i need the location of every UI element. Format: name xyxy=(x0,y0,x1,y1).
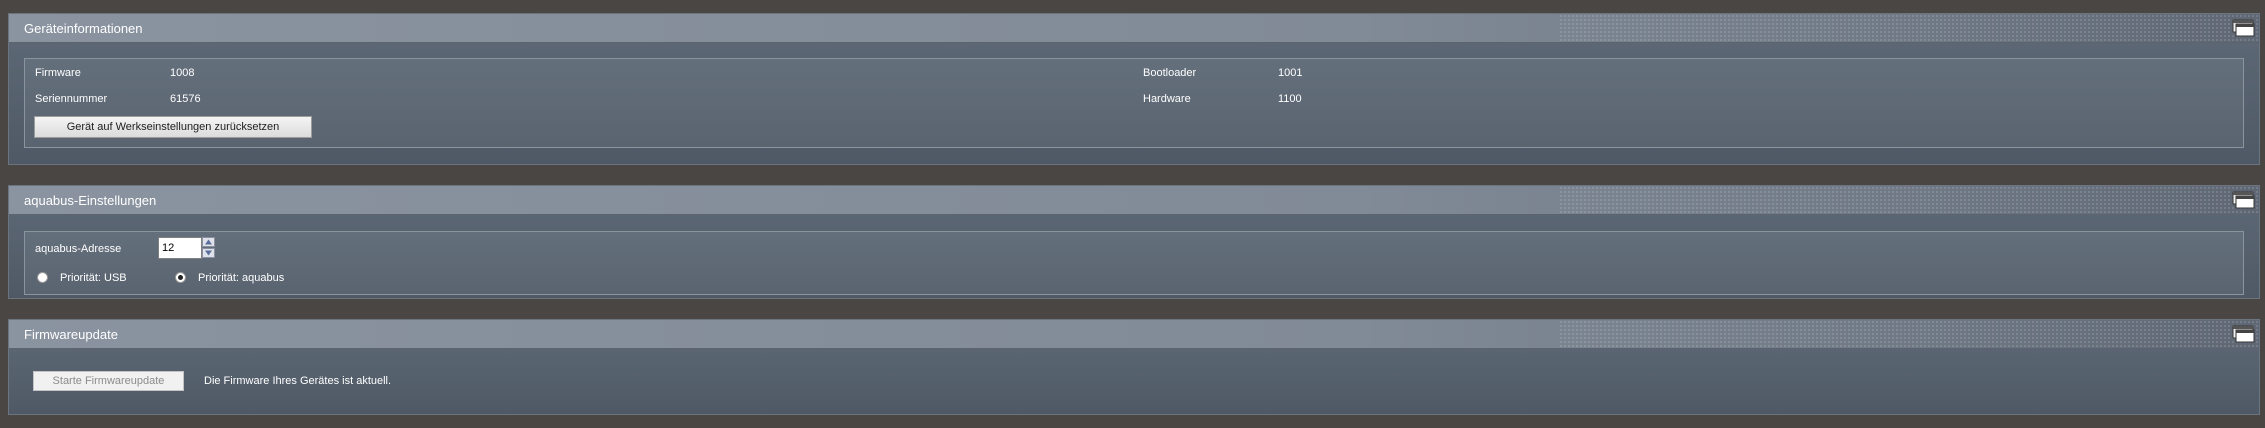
spinner-down-button[interactable] xyxy=(202,248,215,258)
device-info-title: Geräteinformationen xyxy=(24,21,143,36)
device-info-box: Firmware 1008 Bootloader 1001 Seriennumm… xyxy=(24,58,2244,148)
aquabus-address-input[interactable] xyxy=(158,237,202,259)
firmware-label: Firmware xyxy=(35,67,81,79)
factory-reset-button[interactable]: Gerät auf Werkseinstellungen zurücksetze… xyxy=(34,116,312,138)
hardware-value: 1100 xyxy=(1278,93,1302,105)
firmware-status-text: Die Firmware Ihres Gerätes ist aktuell. xyxy=(204,375,392,387)
arrow-down-icon xyxy=(205,250,212,256)
window-stack-icon[interactable] xyxy=(2231,191,2255,209)
window-stack-icon[interactable] xyxy=(2231,19,2255,37)
address-spinner[interactable] xyxy=(202,237,215,259)
window-stack-icon[interactable] xyxy=(2231,325,2255,343)
firmware-update-title: Firmwareupdate xyxy=(24,327,118,342)
arrow-up-icon xyxy=(205,239,212,245)
hardware-label: Hardware xyxy=(1143,93,1191,105)
device-info-panel: Geräteinformationen Firmware 1008 Bootlo… xyxy=(8,13,2260,165)
priority-aquabus-radio[interactable] xyxy=(175,272,186,283)
aquabus-panel: aquabus-Einstellungen aquabus-Adresse Pr… xyxy=(8,185,2260,299)
aquabus-address-label: aquabus-Adresse xyxy=(35,243,122,255)
priority-usb-label[interactable]: Priorität: USB xyxy=(60,272,127,284)
aquabus-box: aquabus-Adresse Priorität: USB Priorität… xyxy=(24,231,2244,295)
serial-value: 61576 xyxy=(170,93,201,105)
aquabus-title: aquabus-Einstellungen xyxy=(24,193,157,208)
bootloader-value: 1001 xyxy=(1278,67,1303,79)
start-firmware-update-button[interactable]: Starte Firmwareupdate xyxy=(33,371,184,391)
aquabus-header: aquabus-Einstellungen xyxy=(9,186,2259,215)
device-info-header: Geräteinformationen xyxy=(9,14,2259,43)
firmware-value: 1008 xyxy=(170,67,195,79)
firmware-update-header: Firmwareupdate xyxy=(9,320,2259,349)
firmware-update-panel: Firmwareupdate Starte Firmwareupdate Die… xyxy=(8,319,2260,415)
bootloader-label: Bootloader xyxy=(1143,67,1197,79)
spinner-up-button[interactable] xyxy=(202,237,215,247)
priority-aquabus-label[interactable]: Priorität: aquabus xyxy=(198,272,284,284)
serial-label: Seriennummer xyxy=(35,93,108,105)
priority-usb-radio[interactable] xyxy=(37,272,48,283)
